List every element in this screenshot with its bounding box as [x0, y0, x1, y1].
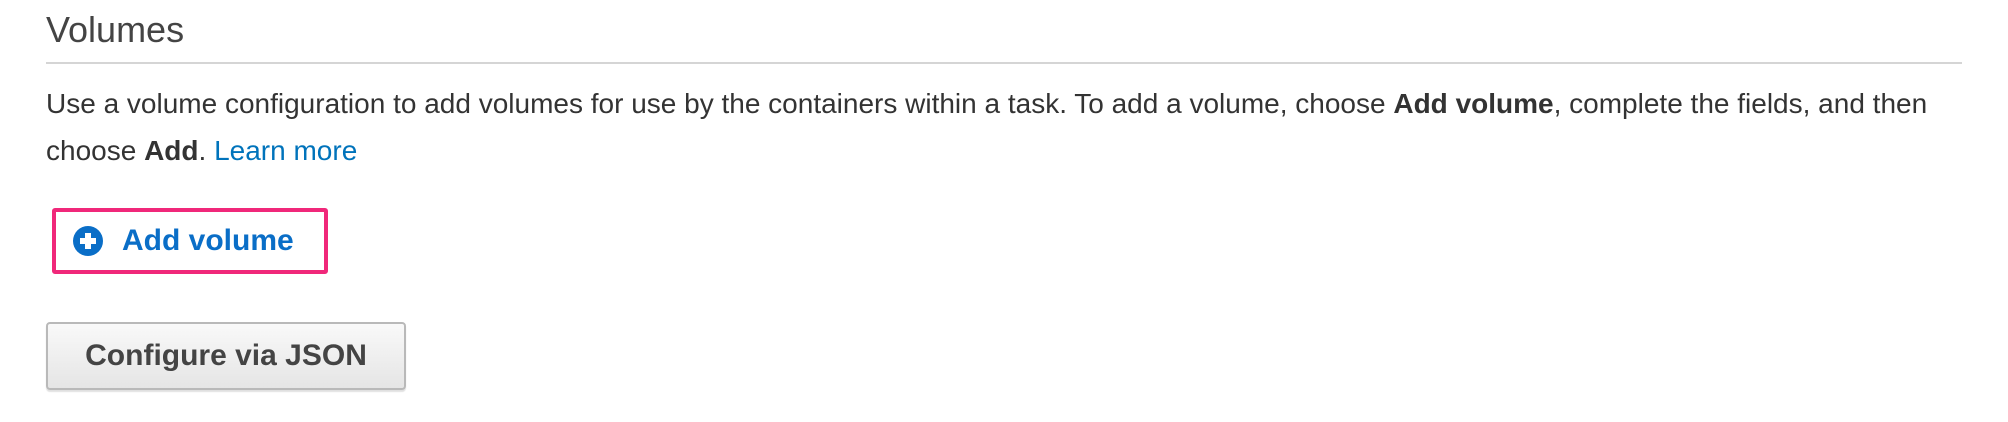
- learn-more-link[interactable]: Learn more: [214, 135, 357, 166]
- volumes-section: Volumes Use a volume configuration to ad…: [46, 0, 1962, 174]
- add-volume-label: Add volume: [122, 224, 294, 257]
- description-text-3: .: [198, 135, 215, 166]
- section-title: Volumes: [46, 9, 185, 50]
- description-bold-add: Add: [144, 135, 199, 166]
- add-volume-button[interactable]: Add volume: [72, 218, 294, 264]
- section-description: Use a volume configuration to add volume…: [46, 80, 1962, 174]
- plus-circle-icon: [72, 225, 104, 257]
- description-bold-add-volume: Add volume: [1393, 88, 1554, 119]
- configure-via-json-button[interactable]: Configure via JSON: [46, 322, 406, 390]
- description-text-1: Use a volume configuration to add volume…: [46, 88, 1394, 119]
- section-divider: [46, 62, 1962, 64]
